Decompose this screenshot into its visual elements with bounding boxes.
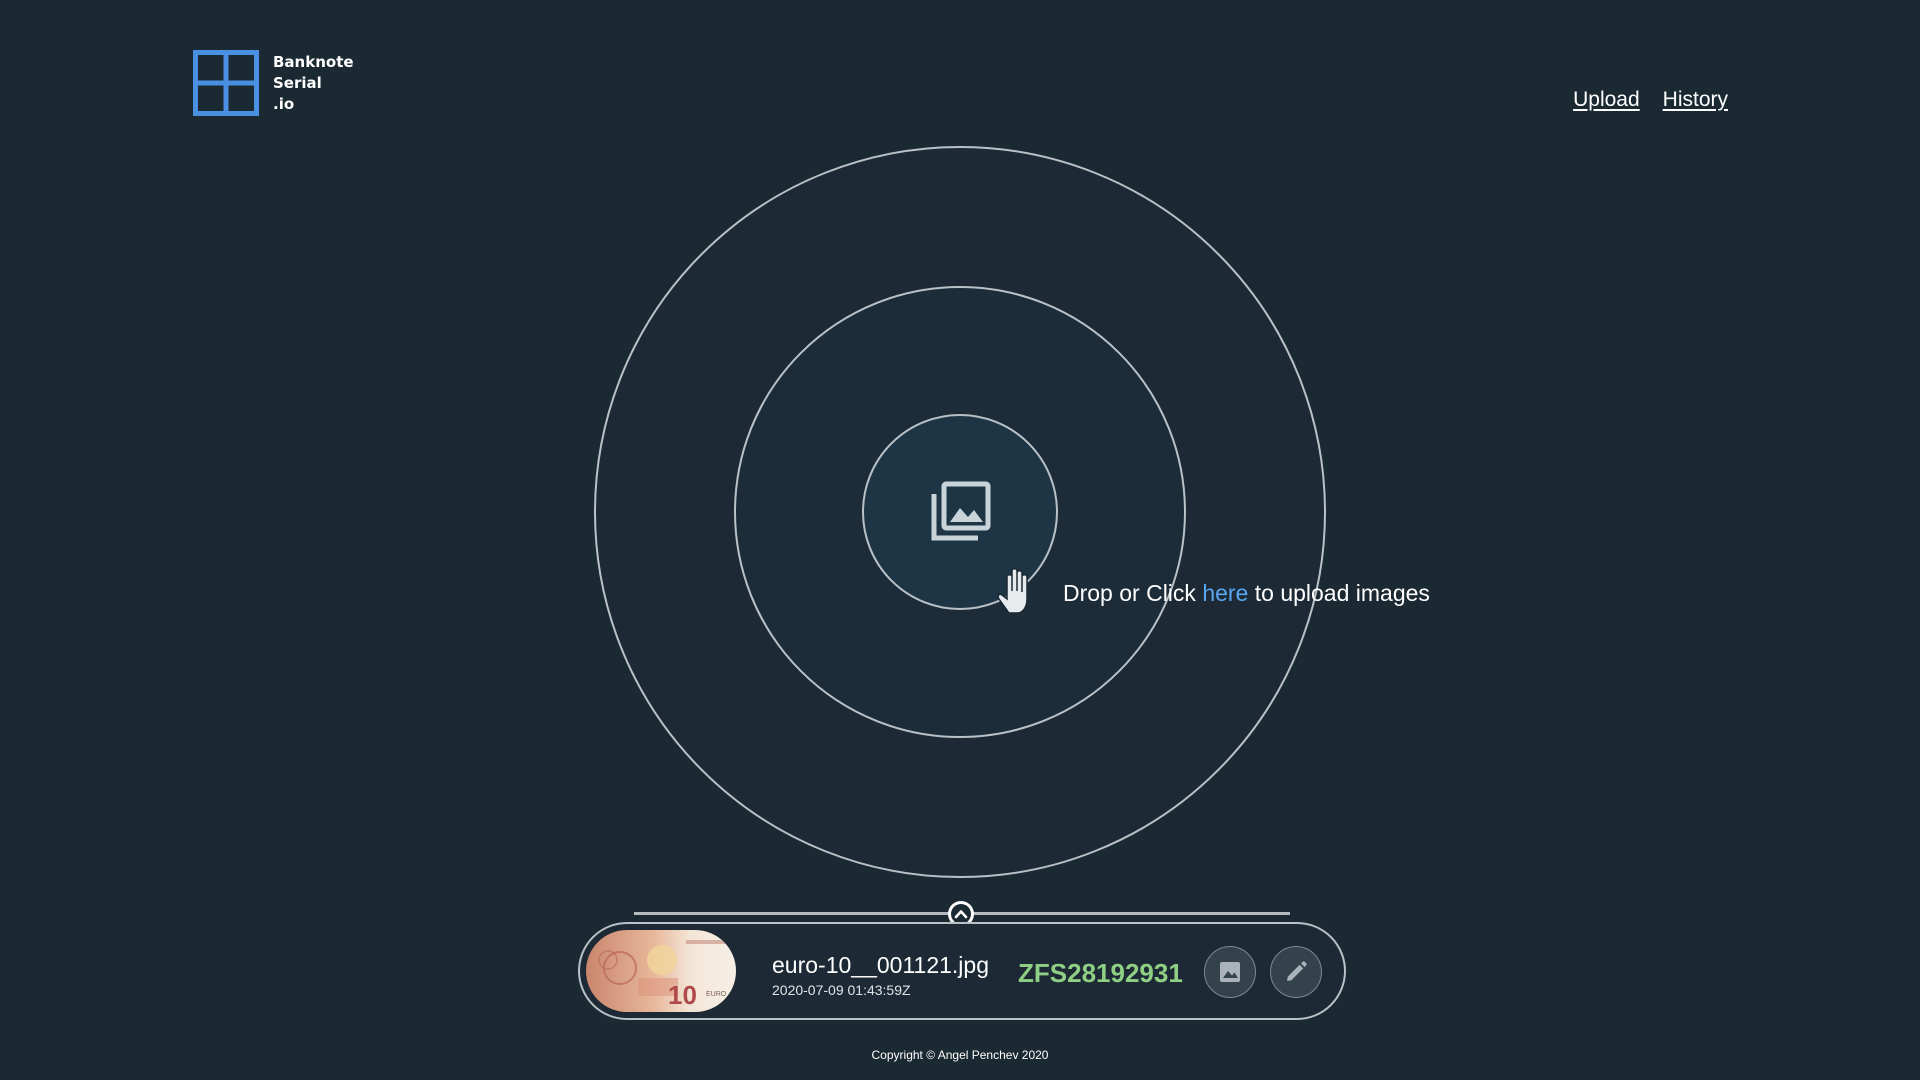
footer-copyright: Copyright © Angel Penchev 2020 <box>871 1048 1049 1062</box>
brand-line-1: Banknote <box>273 53 354 71</box>
edit-serial-button[interactable] <box>1270 946 1322 998</box>
chevron-up-icon <box>954 910 968 919</box>
view-image-button[interactable] <box>1204 946 1256 998</box>
brand-name: Banknote Serial .io <box>273 52 354 115</box>
upload-button[interactable] <box>862 414 1058 610</box>
result-timestamp: 2020-07-09 01:43:59Z <box>772 982 911 998</box>
image-icon <box>1220 962 1240 982</box>
banknote-thumbnail[interactable]: 10 EURO <box>586 930 736 1012</box>
pencil-icon <box>1287 961 1307 981</box>
top-nav: Upload History <box>1573 88 1728 112</box>
nav-upload-link[interactable]: Upload <box>1573 88 1640 112</box>
banknote-image: 10 EURO <box>586 930 736 1012</box>
dropzone-instructions: Drop or Click here to upload images <box>1063 580 1430 607</box>
result-file-name: euro-10__001121.jpg <box>772 952 989 978</box>
dropzone-text-before: Drop or Click <box>1063 580 1203 606</box>
grid-logo-icon <box>193 50 259 116</box>
brand-logo[interactable]: Banknote Serial .io <box>193 50 354 116</box>
brand-line-2: Serial <box>273 74 322 92</box>
result-item: 10 EURO euro-10__001121.jpg 2020-07-09 0… <box>578 922 1346 1020</box>
results-panel-toggle-inner <box>951 904 971 924</box>
page: Banknote Serial .io Upload History Drop … <box>0 0 1920 1080</box>
photo-library-icon <box>931 481 991 541</box>
nav-history-link[interactable]: History <box>1663 88 1728 112</box>
svg-text:EURO: EURO <box>706 991 727 998</box>
dropzone-text-after: to upload images <box>1248 580 1430 606</box>
dropzone-here-link[interactable]: here <box>1202 580 1248 606</box>
svg-text:10: 10 <box>668 980 697 1010</box>
result-serial-number: ZFS28192931 <box>1018 958 1183 988</box>
brand-line-3: .io <box>273 95 295 113</box>
